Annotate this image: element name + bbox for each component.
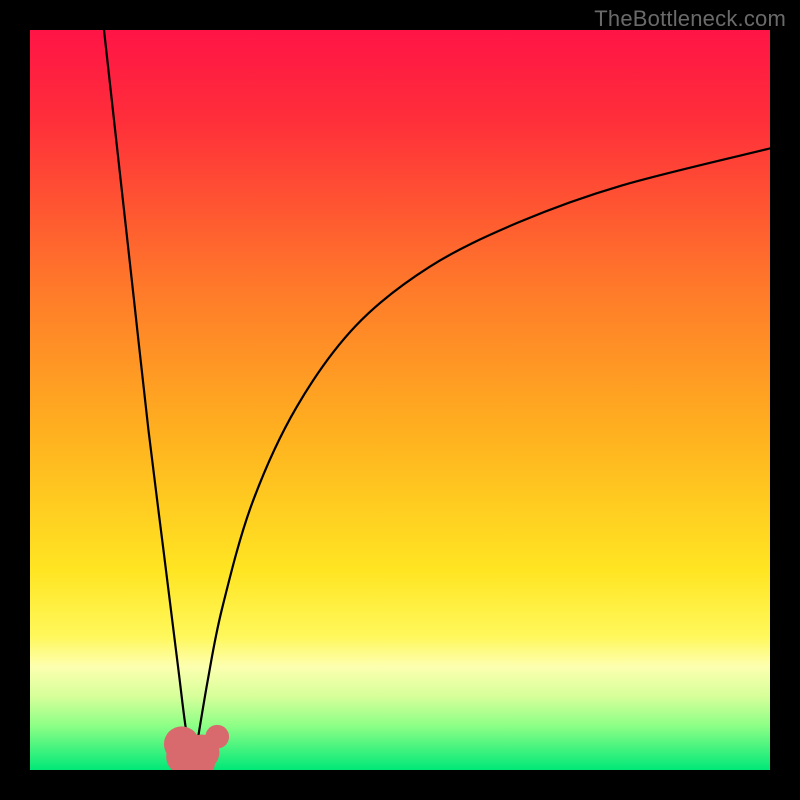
plot-area — [30, 30, 770, 770]
watermark-text: TheBottleneck.com — [594, 6, 786, 32]
valley-marker — [205, 725, 229, 749]
chart-frame: TheBottleneck.com — [0, 0, 800, 800]
curves-layer — [30, 30, 770, 770]
right-branch-curve — [193, 148, 770, 770]
left-branch-curve — [104, 30, 193, 770]
valley-markers — [164, 725, 229, 770]
